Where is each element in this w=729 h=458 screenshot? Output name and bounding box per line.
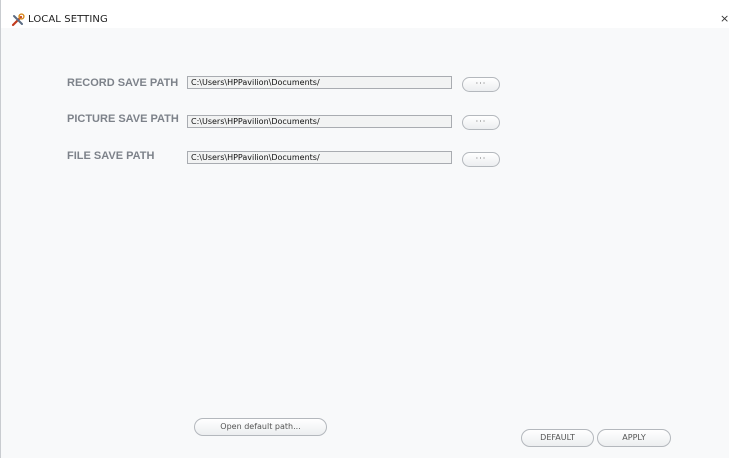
file-save-path-input[interactable] [187,151,452,164]
record-save-path-browse-button[interactable]: ··· [462,77,500,92]
picture-save-path-input[interactable] [187,115,452,128]
local-setting-window: LOCAL SETTING × RECORD SAVE PATH ··· PIC… [0,0,729,458]
file-save-path-browse-button[interactable]: ··· [462,152,500,167]
record-save-path-label: RECORD SAVE PATH [67,77,179,89]
apply-button[interactable]: APPLY [597,429,671,447]
default-button[interactable]: DEFAULT [521,429,594,447]
record-save-path-input[interactable] [187,76,452,89]
title-bar: LOCAL SETTING × [1,0,729,28]
picture-save-path-browse-button[interactable]: ··· [462,115,500,130]
open-default-path-button[interactable]: Open default path... [194,418,327,436]
file-save-path-label: FILE SAVE PATH [67,150,155,162]
window-title: LOCAL SETTING [28,14,108,25]
tools-icon [11,13,25,27]
picture-save-path-label: PICTURE SAVE PATH [67,113,179,125]
close-button[interactable]: × [720,13,729,25]
